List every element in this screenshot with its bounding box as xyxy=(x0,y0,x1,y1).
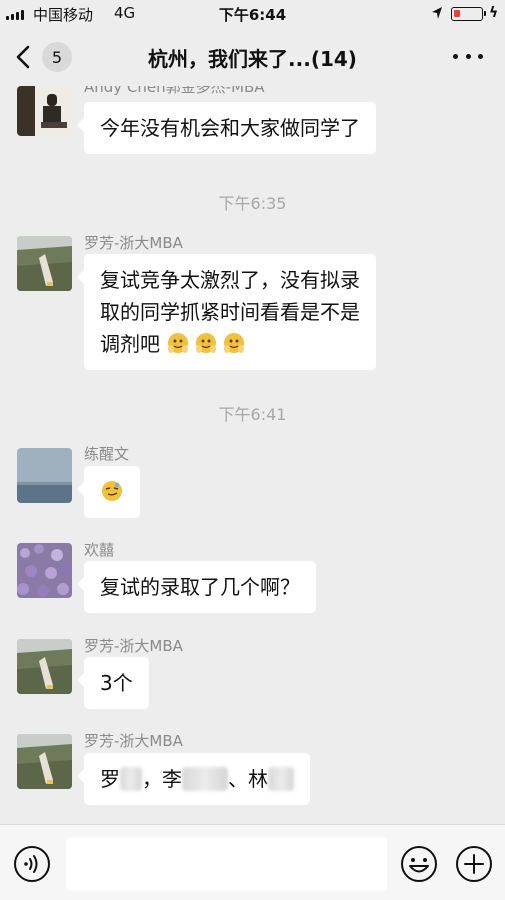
message-text: 、林 xyxy=(228,767,268,791)
message-line: 取的同学抓紧时间看看是不是 xyxy=(100,300,360,324)
status-bar: 中国移动 4G 下午6:44 ϟ xyxy=(0,0,505,28)
plus-icon[interactable] xyxy=(455,845,493,883)
message-text: 罗 xyxy=(100,767,120,791)
timestamp: 下午6:35 xyxy=(218,194,287,213)
message-input[interactable] xyxy=(66,837,387,891)
redacted-text xyxy=(268,767,294,791)
sender-name: Andy Chen郭金多杰-MBA xyxy=(84,86,265,96)
redacted-text xyxy=(120,767,142,791)
clapping-face-emoji xyxy=(224,333,245,353)
avatar[interactable] xyxy=(17,448,72,503)
sender-name: 罗芳-浙大MBA xyxy=(84,234,183,252)
message-bubble[interactable]: 罗 ，李 、林 xyxy=(77,753,310,805)
message-bubble[interactable]: 3个 xyxy=(77,657,149,709)
location-arrow-icon xyxy=(432,7,442,19)
voice-icon[interactable] xyxy=(13,845,51,883)
message-bubble[interactable]: 复试的录取了几个啊？ xyxy=(77,561,316,613)
status-time: 下午6:44 xyxy=(218,6,287,24)
avatar[interactable] xyxy=(17,236,72,291)
avatar[interactable] xyxy=(17,543,72,598)
message-bubble[interactable] xyxy=(77,466,140,518)
message-bubble[interactable]: 今年没有机会和大家做同学了 xyxy=(77,102,376,154)
chat-messages[interactable]: Andy Chen郭金多杰-MBA 今年没有机会和大家做同学了 下午6:35 罗… xyxy=(0,86,505,824)
sender-name: 练醒文 xyxy=(84,445,130,463)
clapping-face-emoji xyxy=(196,333,217,353)
avatar[interactable] xyxy=(17,86,72,136)
sender-name: 罗芳-浙大MBA xyxy=(84,637,183,655)
sender-name: 欢囍 xyxy=(84,541,115,559)
input-bar xyxy=(0,824,505,900)
chat-title: 杭州，我们来了...(14) xyxy=(148,47,357,71)
avatar[interactable] xyxy=(17,734,72,789)
more-icon[interactable] xyxy=(453,48,483,64)
timestamp: 下午6:41 xyxy=(218,405,287,424)
sender-name: 罗芳-浙大MBA xyxy=(84,732,183,750)
clapping-face-emoji xyxy=(168,333,189,353)
emoji-icon[interactable] xyxy=(400,845,438,883)
charging-icon: ϟ xyxy=(489,5,499,21)
smirk-face-emoji xyxy=(102,481,122,501)
message-bubble[interactable]: 复试竞争太激烈了，没有拟录 取的同学抓紧时间看看是不是 调剂吧 xyxy=(77,254,376,370)
battery-icon xyxy=(451,7,486,21)
avatar[interactable] xyxy=(17,639,72,694)
message-line: 调剂吧 xyxy=(100,328,360,360)
message-text: ，李 xyxy=(142,767,182,791)
redacted-text xyxy=(182,767,228,791)
message-text: 调剂吧 xyxy=(100,332,160,356)
message-line: 复试竞争太激烈了，没有拟录 xyxy=(100,268,360,292)
chat-header: 5 杭州，我们来了...(14) xyxy=(0,28,505,86)
